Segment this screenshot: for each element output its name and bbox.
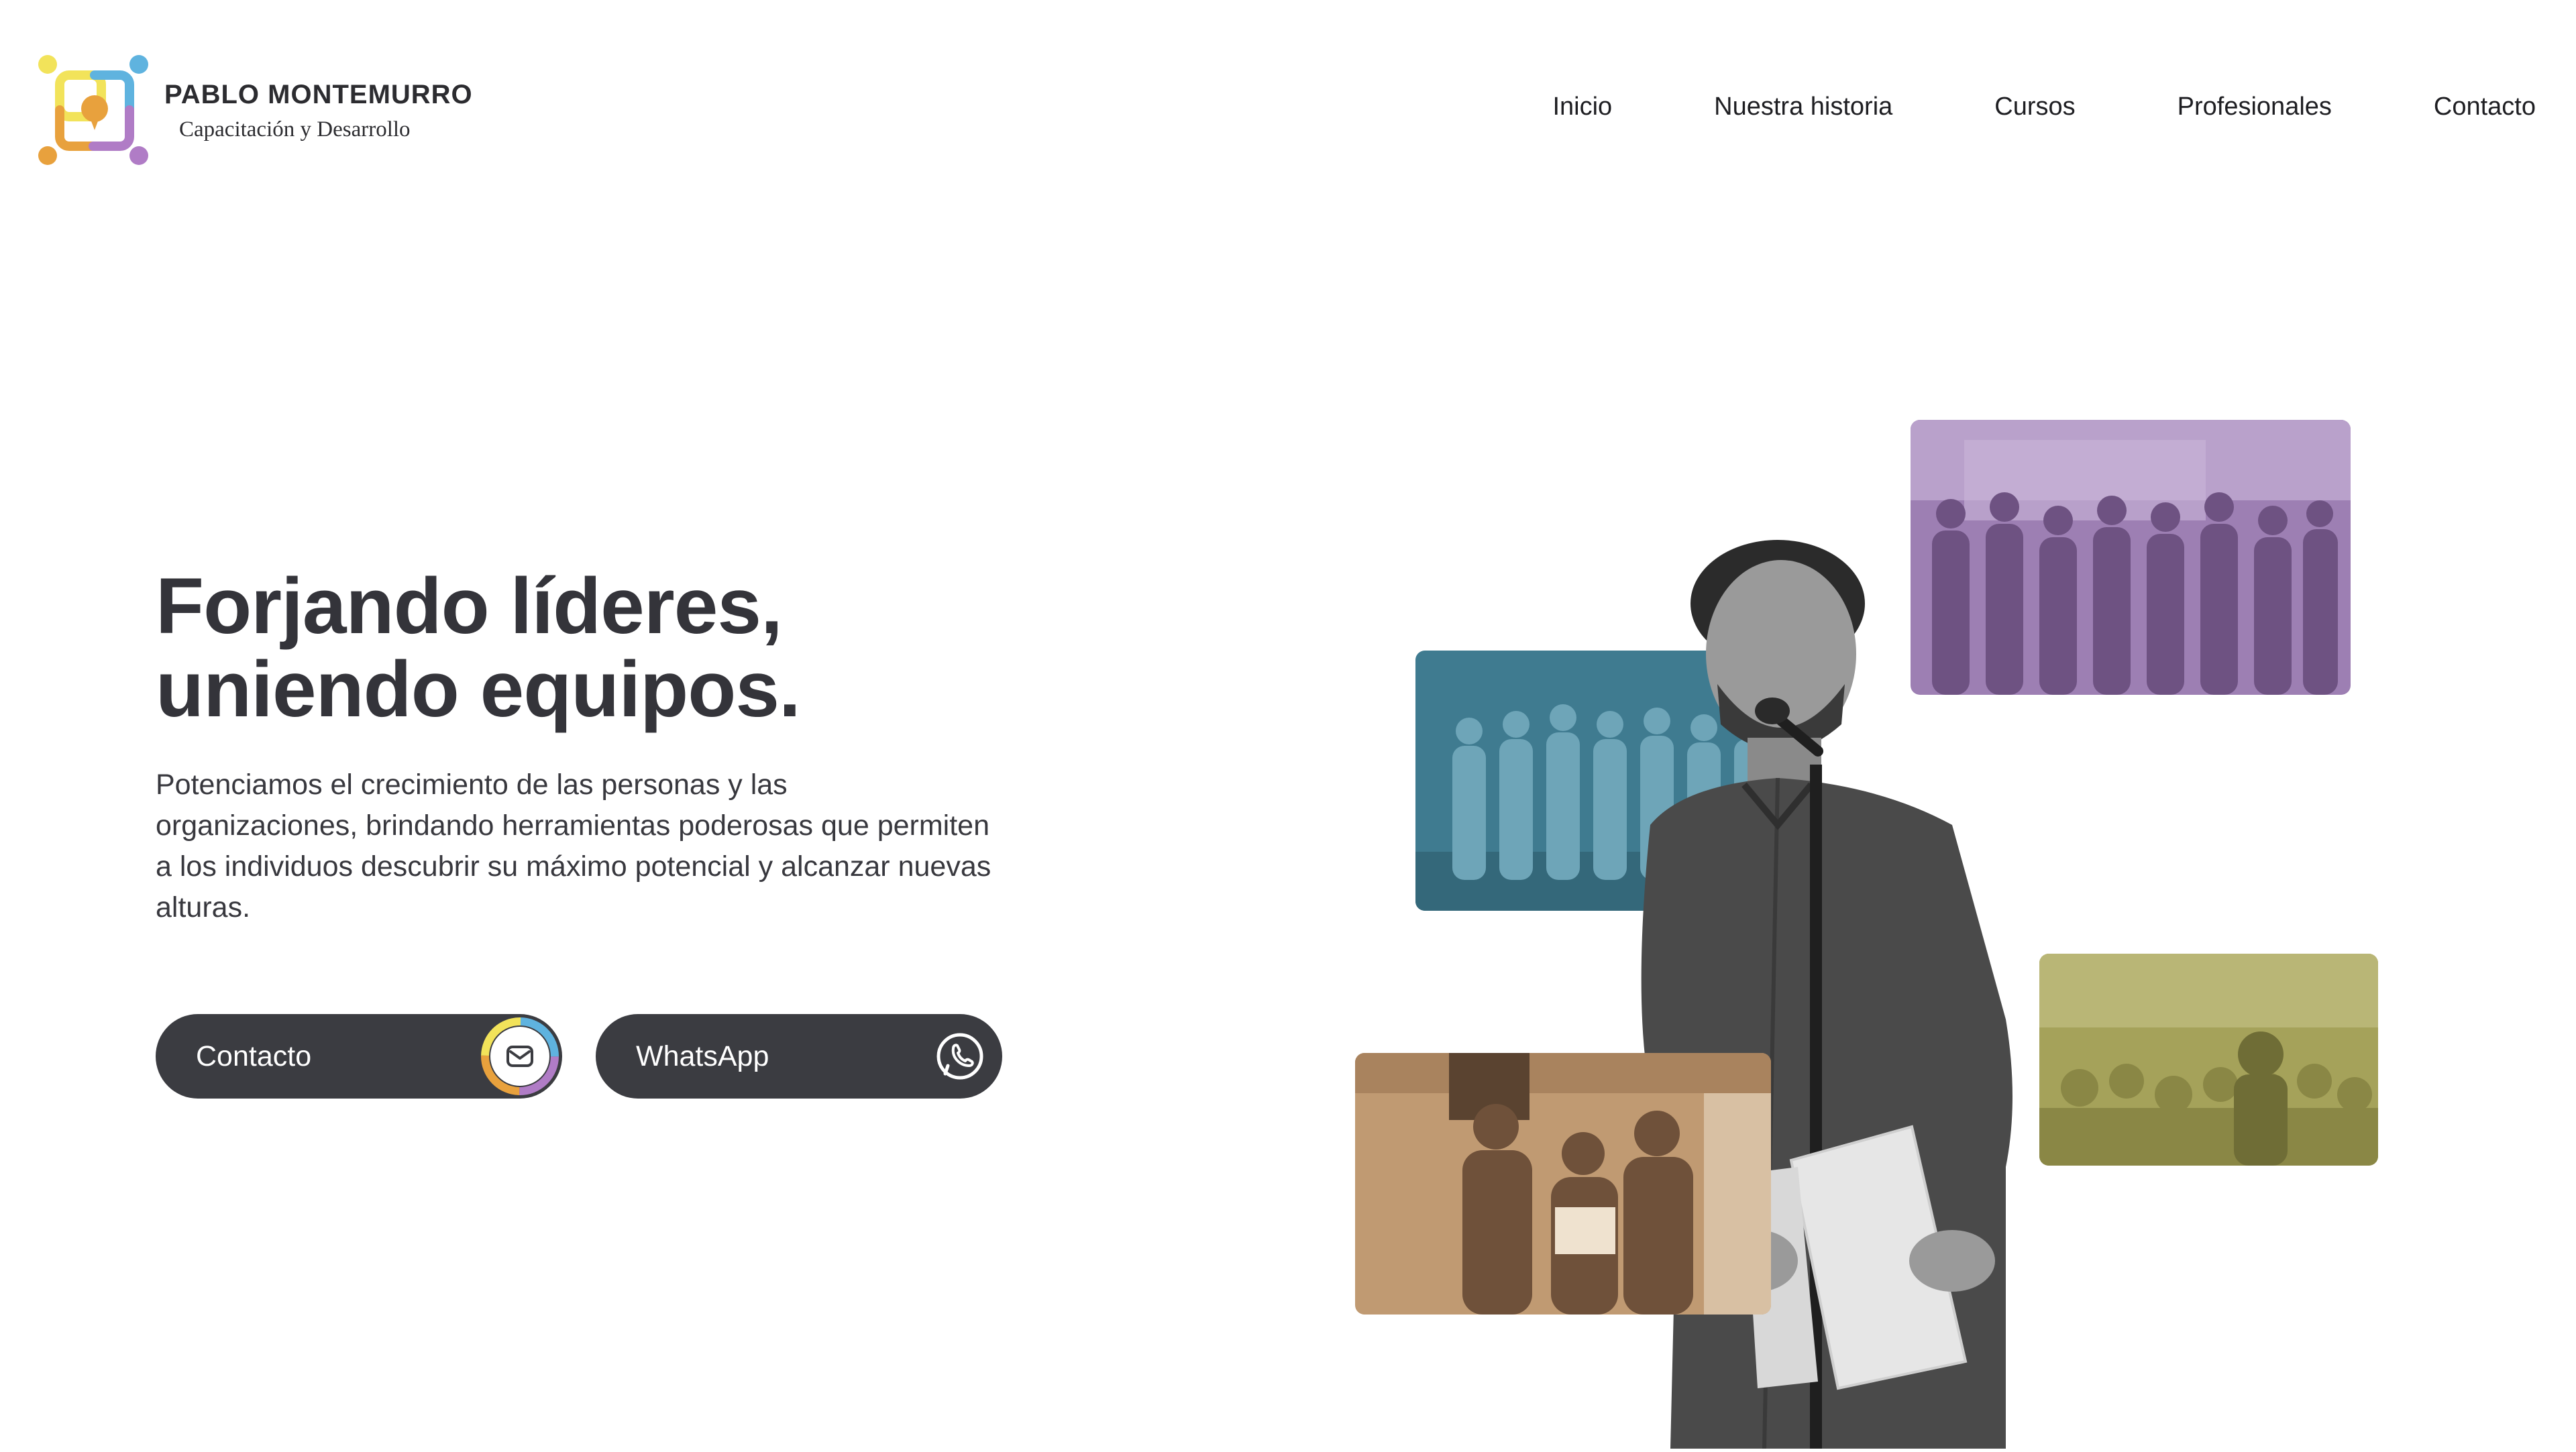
award-photo-tan [1355,1053,1771,1315]
hero-title: Forjando líderes, uniendo equipos. [156,562,801,734]
nav-item-nuestra-historia[interactable]: Nuestra historia [1714,93,1892,121]
logo-text: PABLO MONTEMURRO Capacitación y Desarrol… [164,81,473,141]
brand-subtitle: Capacitación y Desarrollo [179,117,411,142]
main-nav: Inicio Nuestra historia Cursos Profesion… [1552,93,2536,121]
contact-button[interactable]: Contacto [156,1014,562,1099]
brand-name: PABLO MONTEMURRO [164,79,473,109]
whatsapp-button[interactable]: WhatsApp [596,1014,1002,1099]
nav-item-inicio[interactable]: Inicio [1552,93,1612,121]
mail-icon [481,1017,559,1095]
whatsapp-icon [921,1017,999,1095]
contact-button-label: Contacto [196,1040,312,1072]
nav-item-profesionales[interactable]: Profesionales [2178,93,2332,121]
whatsapp-button-label: WhatsApp [636,1040,769,1072]
nav-item-contacto[interactable]: Contacto [2434,93,2536,121]
nav-item-cursos[interactable]: Cursos [1994,93,2075,121]
brand-logo[interactable]: PABLO MONTEMURRO Capacitación y Desarrol… [37,54,473,168]
logo-mark-icon [37,54,151,168]
hero-collage [1348,402,2422,1449]
audience-photo-olive [2039,954,2378,1166]
hero-description: Potenciamos el crecimiento de las person… [156,769,991,924]
